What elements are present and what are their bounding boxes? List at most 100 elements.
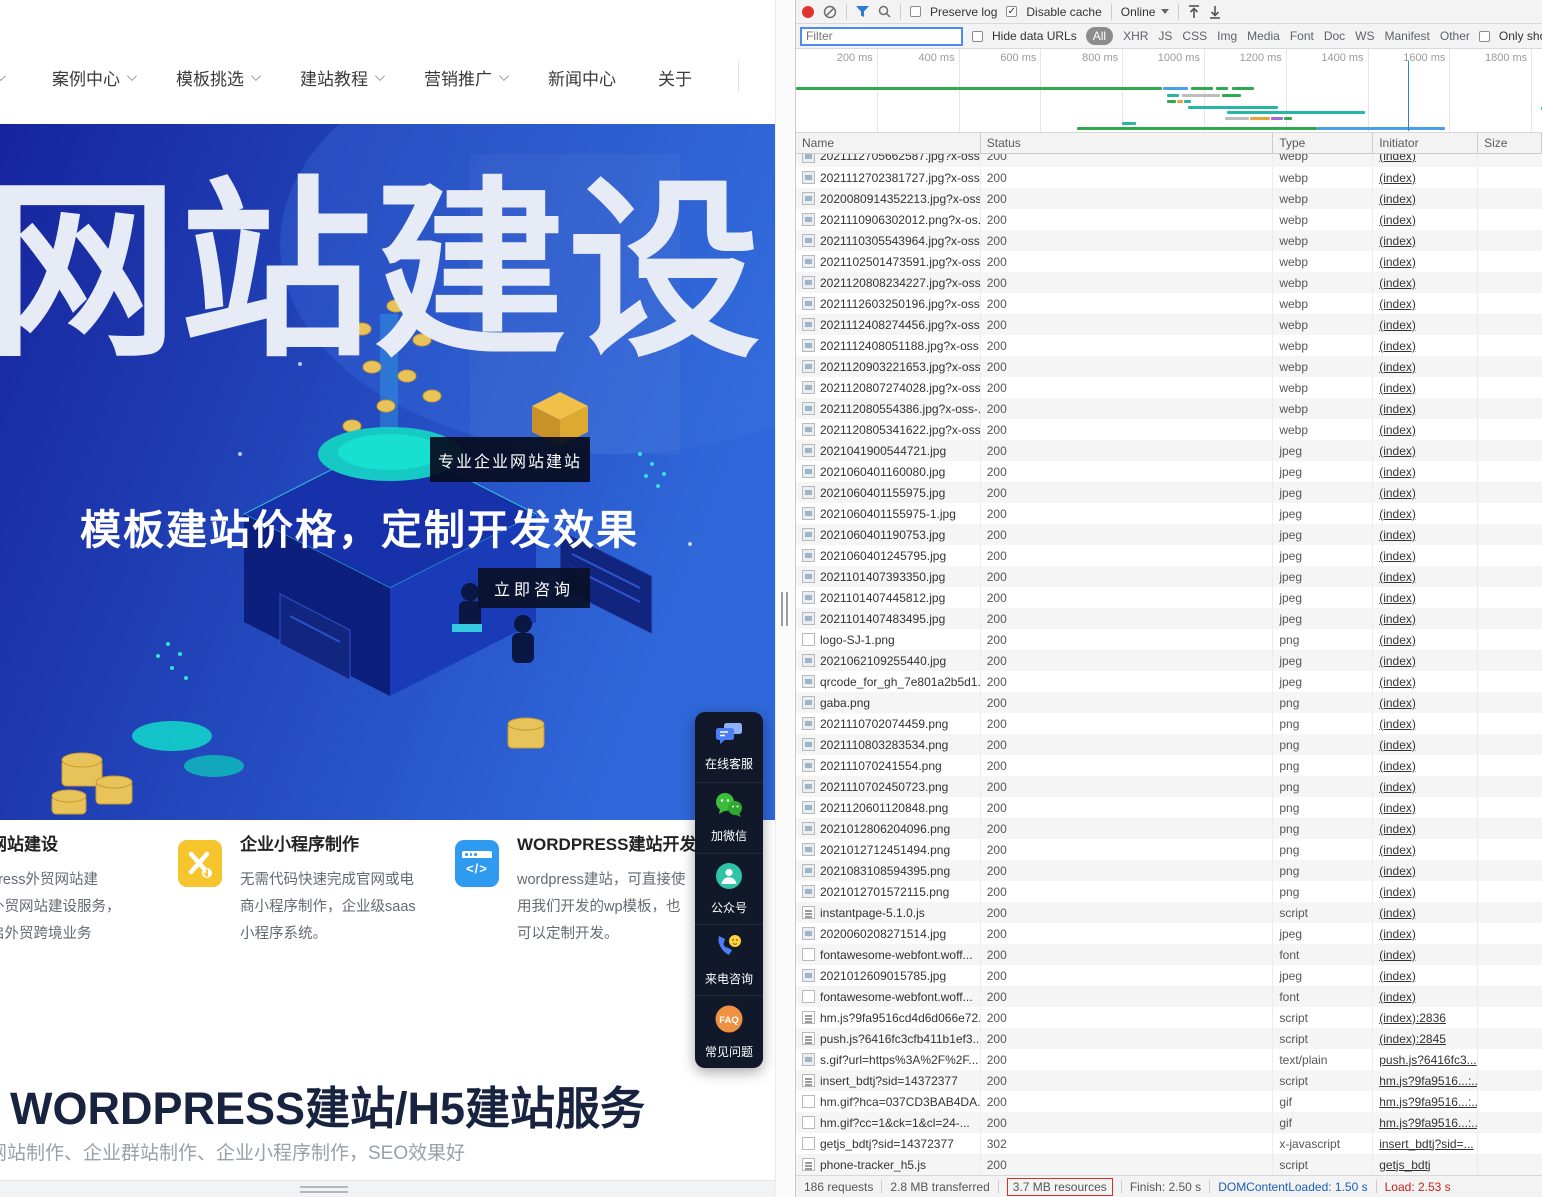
resource-type-filter-doc[interactable]: Doc	[1324, 29, 1345, 43]
column-header-status[interactable]: Status	[981, 133, 1274, 153]
request-row[interactable]: logo-SJ-1.png200png(index)	[796, 629, 1542, 650]
request-row[interactable]: instantpage-5.1.0.js200script(index)	[796, 902, 1542, 923]
request-initiator-link[interactable]: (index)	[1379, 255, 1416, 269]
request-initiator-link[interactable]: (index):2845	[1379, 1032, 1446, 1046]
request-initiator-link[interactable]: (index)	[1379, 154, 1416, 163]
request-row[interactable]: 2021110906302012.png?x-os...200webp(inde…	[796, 209, 1542, 230]
filter-input[interactable]	[800, 27, 963, 46]
request-row[interactable]: 202111070241554.png200png(index)	[796, 755, 1542, 776]
request-initiator-link[interactable]: (index)	[1379, 339, 1416, 353]
request-initiator-link[interactable]: (index)	[1379, 948, 1416, 962]
request-row[interactable]: 2021062109255440.jpg200jpeg(index)	[796, 650, 1542, 671]
disable-cache-checkbox[interactable]: ✓	[1006, 6, 1017, 17]
request-initiator-link[interactable]: (index):2836	[1379, 1011, 1446, 1025]
resource-type-filter-manifest[interactable]: Manifest	[1385, 29, 1430, 43]
hero-cta-button[interactable]: 立即咨询	[478, 568, 590, 608]
request-row[interactable]: 2021041900544721.jpg200jpeg(index)	[796, 440, 1542, 461]
record-button[interactable]	[802, 6, 814, 18]
request-initiator-link[interactable]: (index)	[1379, 885, 1416, 899]
export-har-icon[interactable]	[1209, 5, 1221, 19]
nav-item[interactable]: 模板挑选	[176, 65, 258, 90]
request-row[interactable]: 2021012701572115.png200png(index)	[796, 881, 1542, 902]
request-row[interactable]: 2021102501473591.jpg?x-oss...200webp(ind…	[796, 251, 1542, 272]
request-initiator-link[interactable]: (index)	[1379, 738, 1416, 752]
request-row[interactable]: 2021112408051188.jpg?x-oss...200webp(ind…	[796, 335, 1542, 356]
column-header-size[interactable]: Size	[1478, 133, 1542, 153]
request-row[interactable]: 2021120601120848.png200png(index)	[796, 797, 1542, 818]
request-row[interactable]: 2020080914352213.jpg?x-oss...200webp(ind…	[796, 188, 1542, 209]
contact-menu-item[interactable]: 加微信	[695, 783, 763, 854]
request-row[interactable]: 2021112702381727.jpg?x-oss...200webp(ind…	[796, 167, 1542, 188]
column-header-type[interactable]: Type	[1273, 133, 1373, 153]
request-row[interactable]: hm.js?9fa9516cd4d6d066e72...200script(in…	[796, 1007, 1542, 1028]
throttling-dropdown[interactable]: Online	[1121, 5, 1170, 19]
resource-type-filter-other[interactable]: Other	[1440, 29, 1470, 43]
clear-icon[interactable]	[823, 5, 837, 19]
splitter-handle[interactable]	[781, 592, 791, 631]
request-initiator-link[interactable]: push.js?6416fc3...	[1379, 1053, 1476, 1067]
request-initiator-link[interactable]: (index)	[1379, 969, 1416, 983]
column-header-name[interactable]: Name	[796, 133, 981, 153]
resource-type-filter-xhr[interactable]: XHR	[1123, 29, 1148, 43]
contact-menu-item[interactable]: FAQ常见问题	[695, 996, 763, 1067]
page-scroll-handle[interactable]	[300, 1186, 348, 1196]
request-row[interactable]: push.js?6416fc3cfb411b1ef3...200script(i…	[796, 1028, 1542, 1049]
request-initiator-link[interactable]: hm.js?9fa9516...:...	[1379, 1095, 1478, 1109]
resource-type-filter-media[interactable]: Media	[1247, 29, 1280, 43]
request-row[interactable]: hm.gif?cc=1&ck=1&cl=24-...200gifhm.js?9f…	[796, 1112, 1542, 1133]
request-initiator-link[interactable]: (index)	[1379, 423, 1416, 437]
request-initiator-link[interactable]: (index)	[1379, 591, 1416, 605]
request-row[interactable]: 2021060401155975-1.jpg200jpeg(index)	[796, 503, 1542, 524]
resource-type-filter-js[interactable]: JS	[1158, 29, 1172, 43]
request-initiator-link[interactable]: (index)	[1379, 381, 1416, 395]
contact-menu-item[interactable]: 来电咨询	[695, 925, 763, 996]
column-header-initiator[interactable]: Initiator	[1373, 133, 1478, 153]
request-row[interactable]: 2021101407445812.jpg200jpeg(index)	[796, 587, 1542, 608]
nav-item[interactable]: 建站教程	[300, 65, 382, 90]
network-overview-timeline[interactable]: 200 ms400 ms600 ms800 ms1000 ms1200 ms14…	[796, 49, 1542, 133]
request-row[interactable]: 2021101407393350.jpg200jpeg(index)	[796, 566, 1542, 587]
request-initiator-link[interactable]: (index)	[1379, 780, 1416, 794]
resource-type-filter-font[interactable]: Font	[1290, 29, 1314, 43]
request-initiator-link[interactable]: (index)	[1379, 675, 1416, 689]
request-initiator-link[interactable]: (index)	[1379, 864, 1416, 878]
hide-data-urls-checkbox[interactable]	[972, 31, 983, 42]
request-initiator-link[interactable]: (index)	[1379, 171, 1416, 185]
request-row[interactable]: fontawesome-webfont.woff...200font(index…	[796, 986, 1542, 1007]
nav-item[interactable]: 新闻中心	[548, 65, 616, 90]
request-initiator-link[interactable]: (index)	[1379, 927, 1416, 941]
request-row[interactable]: getjs_bdtj?sid=14372377302x-javascriptin…	[796, 1133, 1542, 1154]
request-row[interactable]: 2021112408274456.jpg?x-oss...200webp(ind…	[796, 314, 1542, 335]
nav-item[interactable]: 营销推广	[424, 65, 506, 90]
request-row[interactable]: 2021112603250196.jpg?x-oss...200webp(ind…	[796, 293, 1542, 314]
request-initiator-link[interactable]: (index)	[1379, 654, 1416, 668]
request-initiator-link[interactable]: getjs_bdtj	[1379, 1158, 1430, 1172]
request-row[interactable]: 2020060208271514.jpg200jpeg(index)	[796, 923, 1542, 944]
request-row[interactable]: 2021012712451494.png200png(index)	[796, 839, 1542, 860]
request-initiator-link[interactable]: (index)	[1379, 990, 1416, 1004]
nav-item-partial[interactable]	[0, 74, 10, 81]
request-row[interactable]: 2021101407483495.jpg200jpeg(index)	[796, 608, 1542, 629]
request-initiator-link[interactable]: (index)	[1379, 360, 1416, 374]
request-row[interactable]: qrcode_for_gh_7e801a2b5d1...200jpeg(inde…	[796, 671, 1542, 692]
panel-splitter[interactable]	[775, 0, 795, 1197]
request-initiator-link[interactable]: (index)	[1379, 612, 1416, 626]
contact-menu-item[interactable]: 公众号	[695, 854, 763, 925]
request-initiator-link[interactable]: (index)	[1379, 549, 1416, 563]
only-show-checkbox[interactable]	[1479, 31, 1490, 42]
request-row[interactable]: 2021110305543964.jpg?x-oss...200webp(ind…	[796, 230, 1542, 251]
request-row[interactable]: 2021012609015785.jpg200jpeg(index)	[796, 965, 1542, 986]
request-row[interactable]: 2021012806204096.png200png(index)	[796, 818, 1542, 839]
request-row[interactable]: 2021120807274028.jpg?x-oss...200webp(ind…	[796, 377, 1542, 398]
request-initiator-link[interactable]: (index)	[1379, 213, 1416, 227]
resource-type-filter-img[interactable]: Img	[1217, 29, 1237, 43]
request-initiator-link[interactable]: (index)	[1379, 192, 1416, 206]
resource-type-filter-ws[interactable]: WS	[1355, 29, 1374, 43]
request-initiator-link[interactable]: (index)	[1379, 843, 1416, 857]
request-initiator-link[interactable]: (index)	[1379, 906, 1416, 920]
search-icon[interactable]	[878, 5, 891, 18]
request-row[interactable]: 2021110803283534.png200png(index)	[796, 734, 1542, 755]
request-initiator-link[interactable]: (index)	[1379, 507, 1416, 521]
request-row[interactable]: 2021110702450723.png200png(index)	[796, 776, 1542, 797]
preserve-log-checkbox[interactable]	[910, 6, 921, 17]
